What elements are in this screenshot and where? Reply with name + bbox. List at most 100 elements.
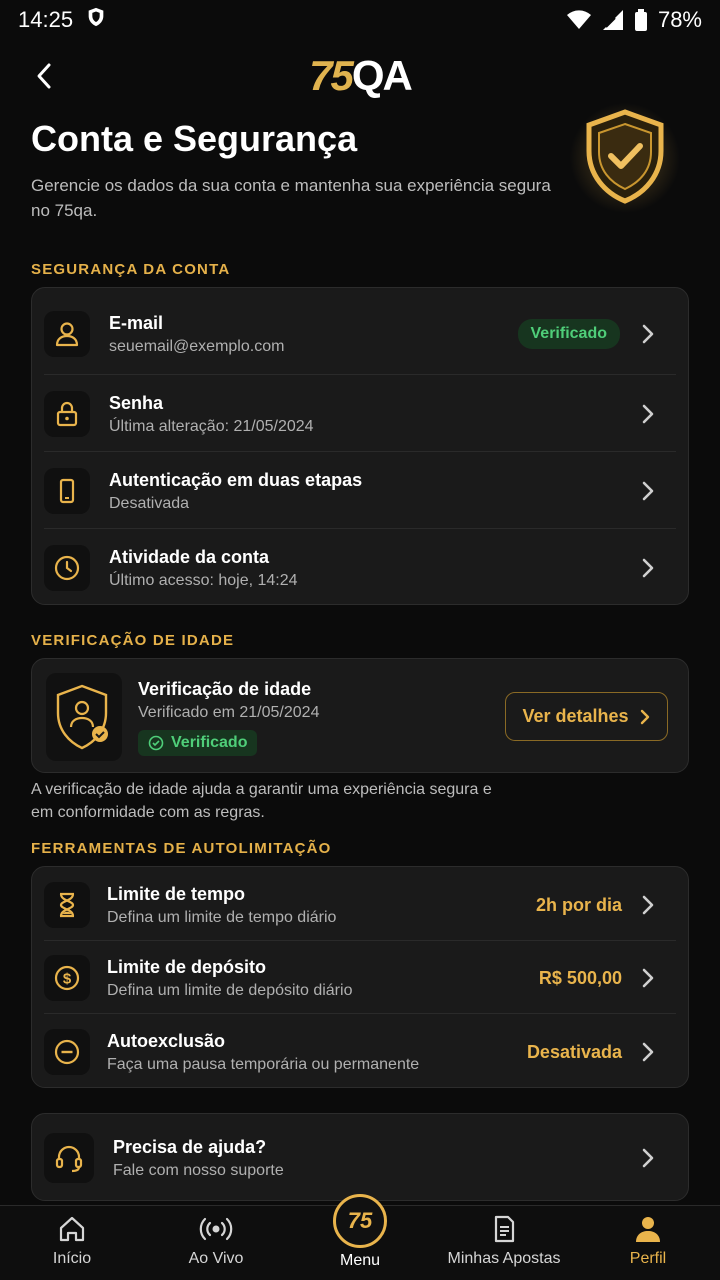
nav-home[interactable]: Início [0,1206,144,1280]
help-subtitle: Fale com nosso suporte [113,1161,284,1179]
status-bar: 14:25 78% [0,0,720,40]
broadcast-icon [199,1217,233,1241]
document-icon [494,1215,515,1243]
nav-label: Minhas Apostas [447,1250,561,1267]
divider [44,1013,676,1014]
row-subtitle: Desativada [109,494,190,512]
row-title: E-mail [109,312,164,333]
user-icon [44,311,90,357]
verified-label: Verificado [171,734,248,751]
status-badge: Verificado [517,319,620,349]
chevron-right-icon [640,709,649,724]
chevron-right-icon [634,1038,662,1066]
hourglass-icon [44,882,90,928]
row-subtitle: Faça uma pausa temporária ou permanente [107,1055,420,1073]
chevron-right-icon [634,1144,662,1172]
row-subtitle: seuemail@exemplo.com [109,337,285,355]
row-title: Limite de depósito [107,956,267,977]
nav-label: Perfil [629,1250,667,1267]
row-subtitle: Última alteração: 21/05/2024 [109,417,314,435]
row-deposit-limit[interactable]: $ Limite de depósito Defina um limite de… [44,953,676,1003]
tools-card: Limite de tempo Defina um limite de temp… [31,866,689,1088]
svg-text:$: $ [63,971,72,988]
row-title: Atividade da conta [109,546,270,567]
wifi-icon [566,9,592,31]
nav-label: Menu [339,1252,381,1269]
nav-profile[interactable]: Perfil [576,1206,720,1280]
row-password[interactable]: Senha Última alteração: 21/05/2024 [44,389,676,439]
row-title: Autenticação em duas etapas [109,469,363,490]
row-title: Autoexclusão [107,1030,226,1051]
check-circle-icon [148,735,164,751]
logo-number: 75 [309,52,354,99]
menu-logo-icon: 75 [333,1194,387,1248]
view-details-button[interactable]: Ver detalhes [505,692,668,741]
divider [44,528,676,529]
age-note: A verificação de idade ajuda a garantir … [31,781,492,821]
menu-badge: 75 [347,1208,373,1233]
age-info: Verificação de idade Verificado em 21/05… [138,677,319,756]
limit-value: R$ 500,00 [538,967,622,988]
section-title-security: SEGURANÇA DA CONTA [31,261,231,278]
minus-circle-icon [44,1029,90,1075]
verified-badge: Verificado [138,730,258,756]
row-title: Senha [109,392,164,413]
chevron-right-icon [634,554,662,582]
home-icon [59,1216,85,1242]
divider [44,374,676,375]
divider [44,940,676,941]
row-subtitle: Defina um limite de tempo diário [107,908,337,926]
row-self-exclusion[interactable]: Autoexclusão Faça uma pausa temporária o… [44,1027,676,1077]
button-label: Ver detalhes [522,706,629,726]
help-card[interactable]: Precisa de ajuda? Fale com nosso suporte [31,1113,689,1201]
chevron-right-icon [634,400,662,428]
age-title: Verificação de idade [138,679,312,699]
battery-icon [634,9,648,31]
bottom-nav: Início Ao Vivo 75 Menu Minhas Apostas Pe… [0,1194,720,1280]
row-subtitle: Defina um limite de depósito diário [107,981,353,999]
security-card: E-mail seuemail@exemplo.com Verificado S… [31,287,689,605]
page-title: Conta e Segurança [31,118,358,159]
row-email[interactable]: E-mail seuemail@exemplo.com Verificado [44,309,676,359]
nav-label: Início [52,1250,92,1267]
person-icon [636,1217,660,1242]
row-time-limit[interactable]: Limite de tempo Defina um limite de temp… [44,880,676,930]
battery-level: 78% [657,7,702,32]
page-subtitle: Gerencie os dados da sua conta e mantenh… [31,176,551,220]
logo-text: QA [351,52,413,99]
status-time: 14:25 [18,7,74,32]
chevron-right-icon [634,477,662,505]
divider [44,451,676,452]
nav-my-bets[interactable]: Minhas Apostas [432,1206,576,1280]
nav-live[interactable]: Ao Vivo [144,1206,288,1280]
shield-user-icon [46,673,122,761]
limit-value: Desativada [526,1041,622,1062]
logo: 75QA [0,52,720,100]
nav-menu[interactable]: 75 Menu [288,1194,432,1280]
top-bar: 75QA [0,50,720,100]
section-title-age: VERIFICAÇÃO DE IDADE [31,632,235,649]
lock-icon [44,391,90,437]
phone-icon [44,468,90,514]
help-title: Precisa de ajuda? [113,1136,267,1157]
row-two-factor[interactable]: Autenticação em duas etapas Desativada [44,466,676,516]
limit-value: 2h por dia [535,894,622,915]
row-title: Limite de tempo [107,883,246,904]
row-help[interactable]: Precisa de ajuda? Fale com nosso suporte [44,1132,676,1184]
clock-icon [44,545,90,591]
chevron-right-icon [634,891,662,919]
signal-icon [602,9,624,31]
page-header: Conta e Segurança Gerencie os dados da s… [31,115,551,223]
shield-check-icon [570,100,680,220]
dollar-icon: $ [44,955,90,1001]
age-verification-card: Verificação de idade Verificado em 21/05… [31,658,689,773]
row-account-activity[interactable]: Atividade da conta Último acesso: hoje, … [44,543,676,593]
age-subtitle: Verificado em 21/05/2024 [138,704,320,721]
chevron-right-icon [634,320,662,348]
nav-label: Ao Vivo [188,1250,244,1267]
section-title-tools: FERRAMENTAS DE AUTOLIMITAÇÃO [31,840,332,857]
shield-status-icon [85,6,107,34]
row-subtitle: Último acesso: hoje, 14:24 [109,571,298,589]
chevron-right-icon [634,964,662,992]
headset-icon [44,1133,94,1183]
